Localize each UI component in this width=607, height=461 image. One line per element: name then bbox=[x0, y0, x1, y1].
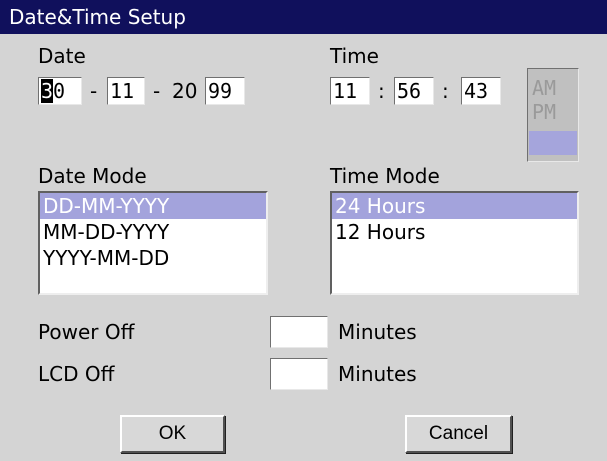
date-mode-option[interactable]: YYYY-MM-DD bbox=[40, 245, 266, 271]
window-title: Date&Time Setup bbox=[9, 5, 186, 29]
lcd-off-unit-label: Minutes bbox=[338, 362, 417, 386]
pm-option[interactable]: PM bbox=[532, 101, 556, 123]
time-hour-field[interactable]: 11 bbox=[330, 77, 370, 105]
date-year-field[interactable]: 99 bbox=[205, 77, 245, 105]
time-separator: : bbox=[442, 79, 449, 103]
date-year-prefix: 20 bbox=[172, 79, 198, 103]
time-mode-option[interactable]: 24 Hours bbox=[332, 193, 577, 219]
ok-button[interactable]: OK bbox=[120, 415, 225, 453]
am-pm-selection-highlight bbox=[529, 131, 577, 155]
time-label: Time bbox=[330, 44, 379, 68]
time-mode-label: Time Mode bbox=[330, 164, 440, 188]
date-separator: - bbox=[90, 79, 98, 103]
time-mode-list[interactable]: 24 Hours 12 Hours bbox=[330, 191, 579, 295]
date-day-rest: 0 bbox=[53, 79, 66, 103]
window-title-bar: Date&Time Setup bbox=[0, 0, 607, 34]
date-month-field[interactable]: 11 bbox=[107, 77, 145, 105]
time-minute-field[interactable]: 56 bbox=[394, 77, 434, 105]
date-mode-label: Date Mode bbox=[38, 164, 147, 188]
power-off-minutes-field[interactable] bbox=[270, 316, 328, 348]
date-mode-option[interactable]: DD-MM-YYYY bbox=[40, 193, 266, 219]
lcd-off-minutes-field[interactable] bbox=[270, 358, 328, 390]
date-mode-list[interactable]: DD-MM-YYYY MM-DD-YYYY YYYY-MM-DD bbox=[38, 191, 268, 295]
time-mode-option[interactable]: 12 Hours bbox=[332, 219, 577, 245]
power-off-unit-label: Minutes bbox=[338, 320, 417, 344]
date-day-field[interactable]: 30 bbox=[38, 77, 82, 105]
date-label: Date bbox=[38, 44, 86, 68]
date-mode-option[interactable]: MM-DD-YYYY bbox=[40, 219, 266, 245]
time-separator: : bbox=[378, 79, 385, 103]
time-second-field[interactable]: 43 bbox=[461, 77, 501, 105]
text-cursor: 3 bbox=[41, 79, 54, 103]
lcd-off-label: LCD Off bbox=[38, 362, 115, 386]
date-separator: - bbox=[153, 79, 161, 103]
am-pm-selector[interactable]: AM PM bbox=[527, 68, 579, 162]
am-option[interactable]: AM bbox=[532, 77, 556, 99]
power-off-label: Power Off bbox=[38, 320, 135, 344]
cancel-button[interactable]: Cancel bbox=[405, 415, 512, 453]
